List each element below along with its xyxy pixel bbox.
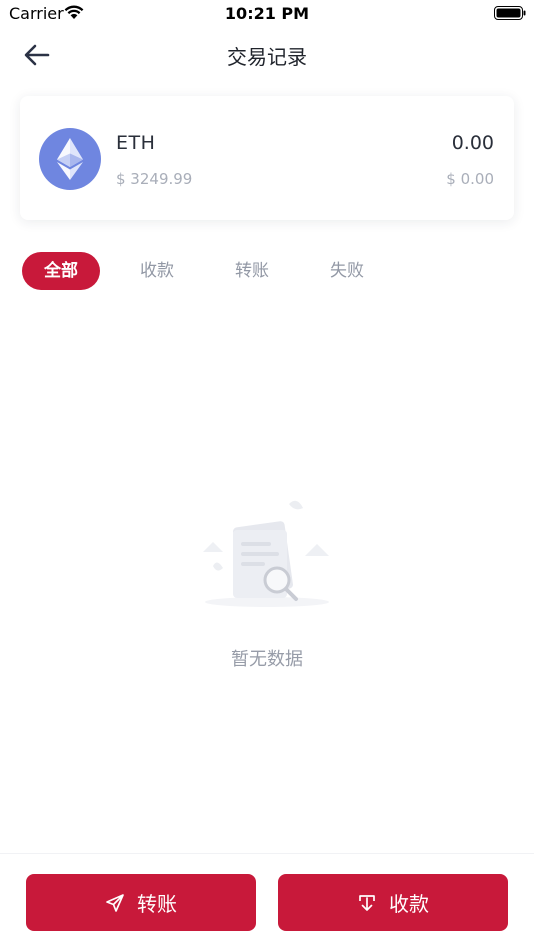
coin-symbol: ETH [116,132,156,154]
tab-transfer[interactable]: 转账 [221,252,283,290]
battery-icon [494,6,526,20]
bottom-action-bar: 转账 收款 [0,853,534,950]
paper-plane-icon [106,893,124,912]
transfer-button-label: 转账 [137,892,177,916]
download-icon [359,894,375,911]
receive-button-label: 收款 [389,892,429,916]
empty-state-text: 暂无数据 [231,649,303,670]
receive-button[interactable]: 收款 [278,874,508,931]
coin-balance: 0.00 [451,132,494,154]
nav-bar: 交易记录 [0,30,534,80]
status-bar: Carrier 10:21 PM [0,0,534,28]
page-title: 交易记录 [227,45,307,69]
coin-fiat-price: $ 3249.99 [116,170,193,188]
transfer-button[interactable]: 转账 [26,874,256,931]
tab-all[interactable]: 全部 [22,252,100,290]
asset-card: ETH $ 3249.99 0.00 $ 0.00 [20,96,514,220]
filter-tabs: 全部 收款 转账 失败 [22,252,512,290]
coin-balance-fiat: $ 0.00 [446,170,494,188]
ethereum-icon [39,128,101,190]
status-time: 10:21 PM [224,4,310,23]
empty-document-search-icon [203,500,329,607]
tab-receive[interactable]: 收款 [126,252,188,290]
tab-failed[interactable]: 失败 [316,252,378,290]
